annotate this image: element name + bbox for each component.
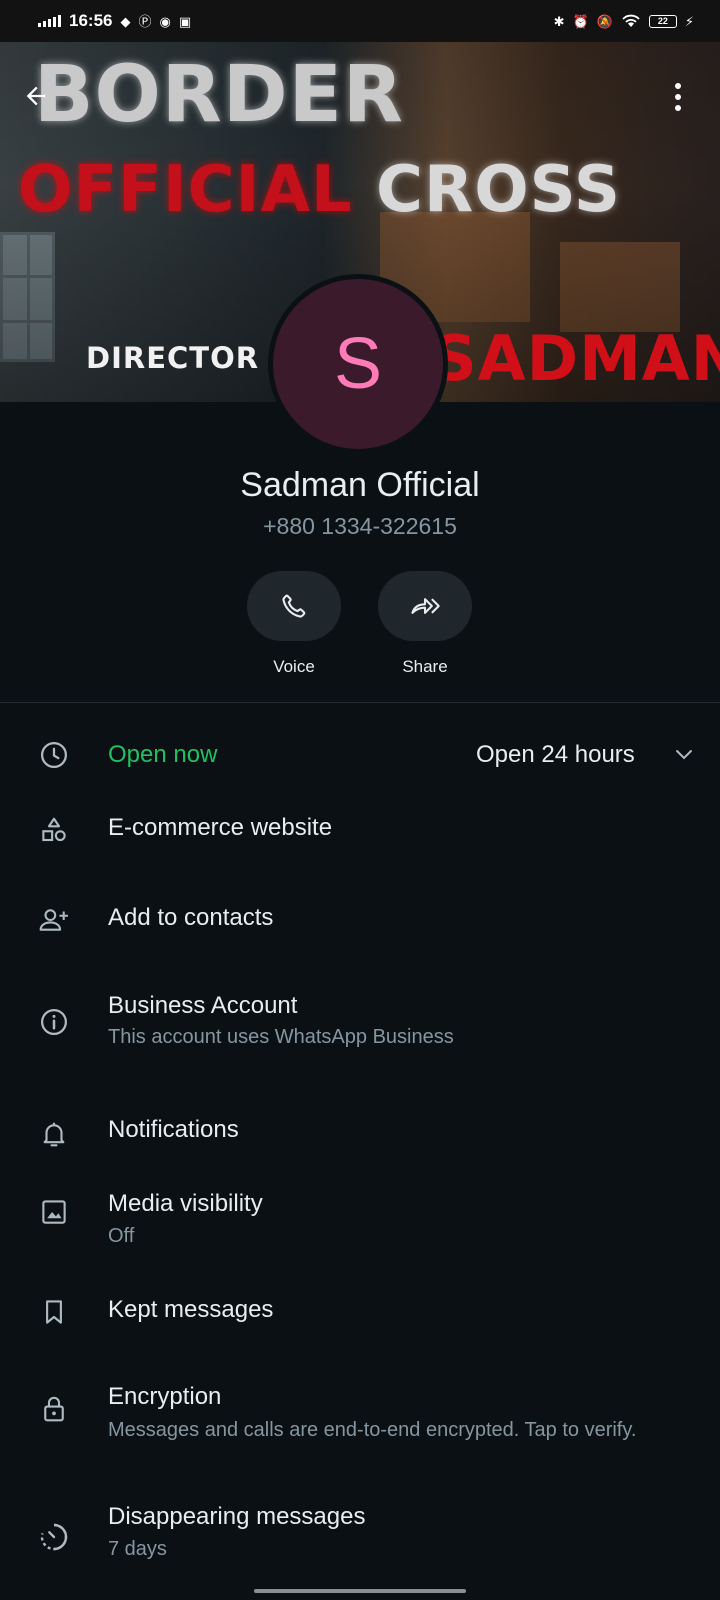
cover-window-decor [0,232,55,362]
cover-crate-decor [560,242,680,332]
status-time: 16:56 [69,11,113,30]
banner-text-official: OFFICIAL [18,153,353,227]
lock-icon [36,1391,72,1427]
disappearing-messages-row[interactable]: Disappearing messages 7 days [0,1503,720,1573]
share-button[interactable] [378,571,472,641]
voice-call-button[interactable] [247,571,341,641]
business-account-row[interactable]: Business Account This account uses Whats… [0,990,720,1060]
category-row: E-commerce website [0,810,720,850]
bluetooth-icon: ✱ [553,13,565,29]
messenger-icon: ◉ [159,13,171,29]
banner-text-cross: CROSS [376,153,621,227]
back-button[interactable] [20,80,52,112]
info-icon [36,1004,72,1040]
instagram-icon: ▣ [178,13,192,29]
bookmark-icon [36,1294,72,1330]
share-label: Share [402,657,448,676]
phone-icon [282,594,306,618]
wifi-icon [622,14,640,27]
category-label: E-commerce website [108,814,333,841]
alarm-icon: ⏰ [572,13,589,29]
menu-dot [675,83,681,89]
timer-icon [36,1519,72,1555]
chevron-down-icon[interactable] [672,743,696,767]
status-bar: 16:56 ◆ Ⓟ ◉ ▣ ✱ ⏰ 🔕 22 ⚡ [0,0,720,42]
snapchat-icon: ◆ [120,13,131,29]
media-visibility-row[interactable]: Media visibility Off [0,1190,720,1260]
disappearing-messages-subtitle: 7 days [108,1538,167,1560]
notifications-row[interactable]: Notifications [0,1116,720,1156]
avatar[interactable]: S [268,274,448,454]
signal-icon [38,15,61,27]
shapes-icon [36,812,72,848]
home-indicator[interactable] [254,1589,466,1593]
encryption-row[interactable]: Encryption Messages and calls are end-to… [0,1383,720,1479]
image-icon [36,1194,72,1230]
clock-icon [36,737,72,773]
banner-text-director: DIRECTOR [86,341,260,375]
add-to-contacts-row[interactable]: Add to contacts [0,900,720,940]
more-options-button[interactable] [668,80,688,114]
open-now-status: Open now [108,741,218,768]
battery-icon: 22 [648,14,677,28]
voice-label: Voice [273,657,315,676]
notifications-label: Notifications [108,1116,239,1143]
facebook-icon: Ⓟ [138,13,152,29]
share-forward-icon [411,598,440,614]
charging-icon: ⚡ [684,13,694,29]
kept-messages-label: Kept messages [108,1296,274,1323]
banner-text-sadman: SADMAN [432,322,720,395]
status-left: 16:56 ◆ Ⓟ ◉ ▣ [38,11,191,31]
business-account-subtitle: This account uses WhatsApp Business [108,1026,454,1048]
bell-icon [36,1116,72,1152]
profile-phone[interactable]: +880 1334-322615 [0,513,720,540]
status-right: ✱ ⏰ 🔕 22 ⚡ [554,14,694,28]
profile-name: Sadman Official [240,466,480,504]
menu-dot [675,94,681,100]
media-visibility-subtitle: Off [108,1225,135,1247]
media-visibility-title: Media visibility [108,1190,263,1217]
back-arrow-icon [26,86,46,106]
divider [0,702,720,703]
add-to-contacts-label: Add to contacts [108,904,274,931]
avatar-letter: S [333,324,383,404]
menu-dot [675,105,681,111]
add-person-icon [36,902,72,938]
open-hours: Open 24 hours [476,741,635,768]
voice-call-action[interactable]: Voice [247,571,341,677]
share-action[interactable]: Share [378,571,472,677]
business-account-title: Business Account [108,992,298,1019]
business-hours-row[interactable]: Open now Open 24 hours [0,735,720,775]
kept-messages-row[interactable]: Kept messages [0,1294,720,1334]
mute-icon: 🔕 [596,13,613,29]
disappearing-messages-title: Disappearing messages [108,1503,366,1530]
encryption-subtitle: Messages and calls are end-to-end encryp… [108,1419,637,1441]
encryption-title: Encryption [108,1383,222,1410]
banner-text-border: BORDER [34,50,404,140]
